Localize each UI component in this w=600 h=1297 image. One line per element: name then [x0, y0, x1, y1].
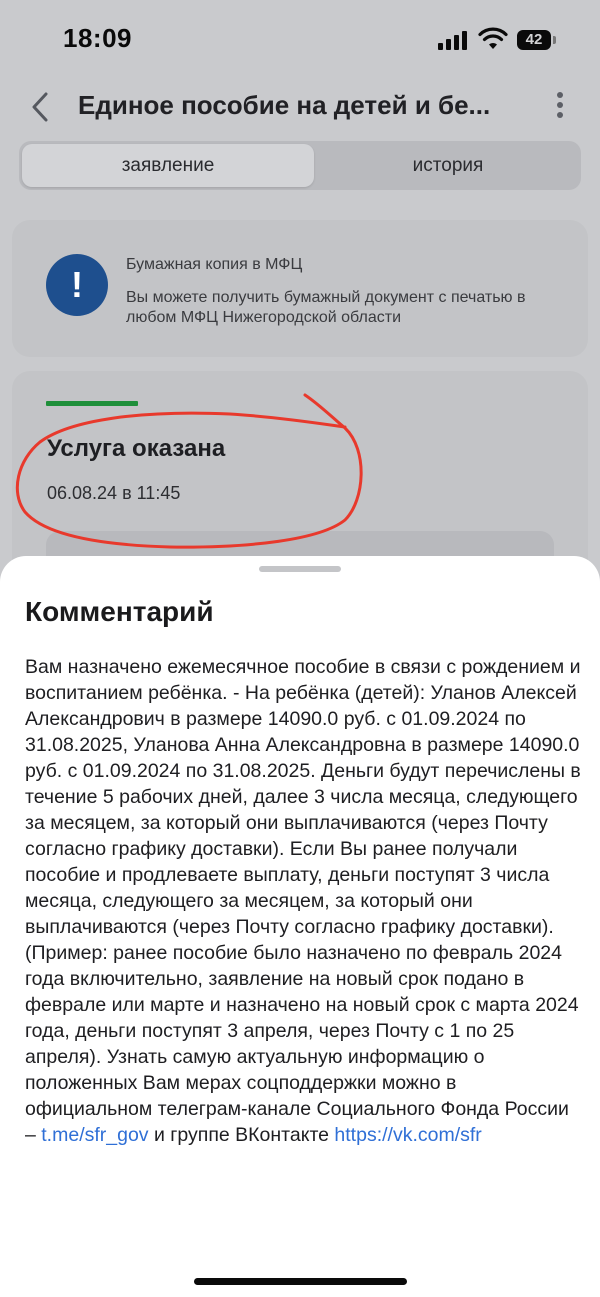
- sheet-title: Комментарий: [25, 596, 214, 627]
- tab-application[interactable]: заявление: [22, 144, 314, 187]
- info-card-title: Бумажная копия в МФЦ: [126, 256, 303, 273]
- signal-icon: [438, 30, 470, 50]
- comment-bottom-sheet: Комментарий Вам назначено ежемесячное по…: [0, 556, 600, 1297]
- vk-link[interactable]: https://vk.com/sfr: [334, 1124, 481, 1146]
- service-status: Услуга оказана: [47, 435, 226, 462]
- back-chevron-icon[interactable]: [26, 88, 58, 126]
- more-vertical-icon[interactable]: [550, 92, 570, 122]
- home-indicator[interactable]: [194, 1278, 407, 1285]
- tab-history[interactable]: история: [317, 144, 579, 187]
- exclamation-icon: !: [46, 254, 108, 316]
- page-title: Единое пособие на детей и бе...: [78, 90, 491, 120]
- mfc-info-card: ! Бумажная копия в МФЦ Вы можете получит…: [12, 220, 588, 357]
- comment-text-body: Вам назначено ежемесячное пособие в связ…: [25, 656, 581, 1146]
- battery-icon: 42: [517, 30, 557, 50]
- comment-text-middle: и группе ВКонтакте: [148, 1124, 335, 1146]
- sheet-grabber-handle[interactable]: [259, 566, 341, 572]
- status-bar: 18:09 42: [0, 0, 600, 80]
- info-card-text: Вы можете получить бумажный документ с п…: [126, 289, 526, 326]
- comment-text: Вам назначено ежемесячное пособие в связ…: [25, 654, 581, 1148]
- segmented-tabs: заявление история: [19, 141, 581, 190]
- service-status-datetime: 06.08.24 в 11:45: [47, 483, 181, 503]
- battery-level: 42: [525, 31, 543, 48]
- status-time: 18:09: [63, 23, 132, 53]
- wifi-icon: [478, 27, 508, 49]
- status-indicator-bar: [46, 401, 138, 406]
- telegram-link[interactable]: t.me/sfr_gov: [41, 1124, 148, 1146]
